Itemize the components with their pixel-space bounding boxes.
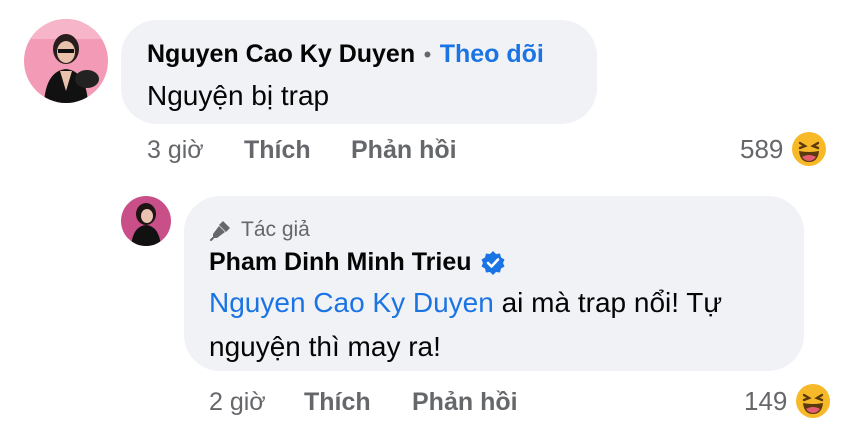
reaction-count: 589 bbox=[740, 133, 784, 164]
reply-text-line-2: nguyện thì may ra! bbox=[209, 331, 441, 362]
comment-bubble: Nguyen Cao Ky Duyen • Theo dõi Nguyện bị… bbox=[121, 20, 597, 124]
comment-author-name[interactable]: Nguyen Cao Ky Duyen bbox=[147, 40, 415, 68]
comment-timestamp[interactable]: 3 giờ bbox=[147, 136, 204, 165]
reply-text: Nguyen Cao Ky Duyen ai mà trap nổi! Tự n… bbox=[209, 281, 722, 369]
follow-button[interactable]: Theo dõi bbox=[440, 40, 544, 68]
mention-link[interactable]: Nguyen Cao Ky Duyen bbox=[209, 287, 494, 318]
comment-text: Nguyện bị trap bbox=[147, 80, 330, 111]
author-tag: Tác giả bbox=[209, 218, 310, 242]
verified-badge-icon bbox=[481, 250, 505, 275]
reaction-count: 149 bbox=[744, 385, 788, 416]
reply-actions: 2 giờ Thích Phản hồi bbox=[209, 388, 609, 418]
reply-text-line-1-rest: ai mà trap nổi! Tự bbox=[493, 287, 723, 318]
comment-reactions[interactable]: 589 bbox=[740, 131, 827, 167]
avatar-nguyen-cao-ky-duyen[interactable] bbox=[24, 19, 108, 103]
laugh-emoji-icon bbox=[792, 132, 827, 166]
like-button[interactable]: Thích bbox=[244, 136, 311, 165]
reply-like-button[interactable]: Thích bbox=[304, 388, 371, 417]
reply-author-name[interactable]: Pham Dinh Minh Trieu bbox=[209, 248, 472, 277]
author-tag-label: Tác giả bbox=[241, 218, 310, 241]
reply-text-line-1: Nguyen Cao Ky Duyen ai mà trap nổi! Tự bbox=[209, 281, 722, 325]
microphone-icon bbox=[210, 221, 230, 241]
reply-header: Pham Dinh Minh Trieu bbox=[209, 248, 506, 277]
laugh-emoji-icon bbox=[796, 384, 831, 418]
avatar-photo bbox=[121, 196, 171, 246]
reply-reactions[interactable]: 149 bbox=[744, 383, 831, 419]
reply-bubble: Tác giả Pham Dinh Minh Trieu Nguyen Cao … bbox=[184, 196, 804, 371]
avatar-pham-dinh-minh-trieu[interactable] bbox=[121, 196, 171, 246]
reply-button[interactable]: Phản hồi bbox=[351, 136, 457, 165]
comment-header: Nguyen Cao Ky Duyen • Theo dõi bbox=[147, 40, 544, 69]
avatar-photo bbox=[24, 19, 108, 103]
reply-reply-button[interactable]: Phản hồi bbox=[412, 388, 518, 417]
reply-timestamp[interactable]: 2 giờ bbox=[209, 388, 266, 417]
comment-actions: 3 giờ Thích Phản hồi bbox=[147, 136, 547, 166]
separator-dot: • bbox=[423, 42, 432, 67]
